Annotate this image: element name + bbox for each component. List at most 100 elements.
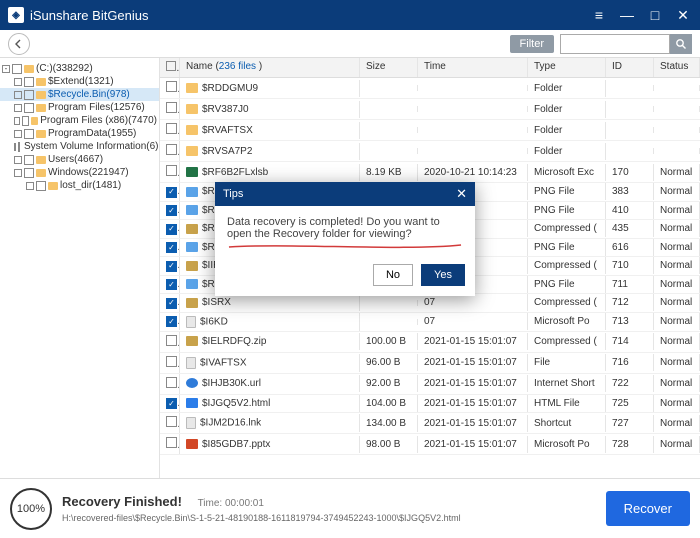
file-time: 2020-10-21 10:14:23: [418, 164, 528, 181]
tree-item[interactable]: Windows(221947): [0, 166, 159, 179]
expand-icon[interactable]: [26, 182, 34, 190]
expand-icon[interactable]: [14, 169, 22, 177]
col-type[interactable]: Type: [528, 58, 606, 77]
file-size: [360, 300, 418, 306]
file-time: 2021-01-15 15:01:07: [418, 415, 528, 432]
folder-tree[interactable]: -(C:)(338292)$Extend(1321)$Recycle.Bin(9…: [0, 58, 160, 478]
tree-checkbox[interactable]: [24, 103, 34, 113]
tree-checkbox[interactable]: [18, 142, 20, 152]
row-checkbox[interactable]: [166, 205, 177, 216]
tree-label: Users(4667): [48, 154, 103, 165]
file-icon: [186, 279, 198, 289]
file-type: Microsoft Exc: [528, 164, 606, 181]
table-row[interactable]: $I85GDB7.pptx98.00 B2021-01-15 15:01:07M…: [160, 434, 700, 455]
row-checkbox[interactable]: [166, 335, 177, 346]
dialog-no-button[interactable]: No: [373, 264, 413, 286]
row-checkbox[interactable]: [166, 398, 177, 409]
tree-item[interactable]: Program Files (x86)(7470): [0, 114, 159, 127]
dialog-close-icon[interactable]: ✕: [456, 186, 467, 202]
expand-icon[interactable]: [14, 143, 16, 151]
row-checkbox[interactable]: [166, 224, 177, 235]
tree-checkbox[interactable]: [24, 129, 34, 139]
dialog-yes-button[interactable]: Yes: [421, 264, 465, 286]
row-checkbox[interactable]: [166, 187, 177, 198]
expand-icon[interactable]: [14, 117, 20, 125]
col-name[interactable]: Name (236 files ): [180, 58, 360, 77]
file-status: Normal: [654, 276, 700, 293]
file-time: [418, 106, 528, 112]
table-row[interactable]: $IJGQ5V2.html104.00 B2021-01-15 15:01:07…: [160, 395, 700, 414]
col-size[interactable]: Size: [360, 58, 418, 77]
col-status[interactable]: Status: [654, 58, 700, 77]
col-id[interactable]: ID: [606, 58, 654, 77]
tree-checkbox[interactable]: [22, 116, 29, 126]
file-time: 2021-01-15 15:01:07: [418, 375, 528, 392]
row-checkbox[interactable]: [166, 144, 177, 155]
file-id: 728: [606, 436, 654, 453]
row-checkbox[interactable]: [166, 437, 177, 448]
file-icon: [186, 187, 198, 197]
row-checkbox[interactable]: [166, 316, 177, 327]
tree-item[interactable]: ProgramData(1955): [0, 127, 159, 140]
tree-item[interactable]: System Volume Information(6): [0, 140, 159, 153]
expand-icon[interactable]: [14, 156, 22, 164]
file-type: Folder: [528, 101, 606, 118]
tree-checkbox[interactable]: [24, 90, 34, 100]
file-name: $I85GDB7.pptx: [202, 439, 270, 450]
tree-checkbox[interactable]: [12, 64, 22, 74]
row-checkbox[interactable]: [166, 356, 177, 367]
expand-icon[interactable]: [14, 104, 22, 112]
menu-icon[interactable]: ≡: [590, 7, 608, 24]
expand-icon[interactable]: [14, 130, 22, 138]
back-button[interactable]: [8, 33, 30, 55]
table-row[interactable]: $RDDGMU9Folder: [160, 78, 700, 99]
tree-item[interactable]: Users(4667): [0, 153, 159, 166]
row-checkbox[interactable]: [166, 416, 177, 427]
file-id: [606, 85, 654, 91]
search-input[interactable]: [560, 34, 670, 54]
tree-item[interactable]: Program Files(12576): [0, 101, 159, 114]
col-time[interactable]: Time: [418, 58, 528, 77]
row-checkbox[interactable]: [166, 298, 177, 309]
tree-checkbox[interactable]: [24, 168, 34, 178]
table-row[interactable]: $RVAFTSXFolder: [160, 120, 700, 141]
minimize-icon[interactable]: —: [618, 7, 636, 24]
select-all-checkbox[interactable]: [166, 61, 176, 71]
tree-item[interactable]: -(C:)(338292): [0, 62, 159, 75]
row-checkbox[interactable]: [166, 102, 177, 113]
table-row[interactable]: $ISRX07Compressed (712Normal: [160, 294, 700, 313]
expand-icon[interactable]: [14, 78, 22, 86]
file-status: Normal: [654, 257, 700, 274]
table-row[interactable]: $I6KD07Microsoft Po713Normal: [160, 313, 700, 332]
search-button[interactable]: [670, 34, 692, 54]
tree-checkbox[interactable]: [36, 181, 46, 191]
file-id: 435: [606, 220, 654, 237]
row-checkbox[interactable]: [166, 81, 177, 92]
tree-item[interactable]: $Recycle.Bin(978): [0, 88, 159, 101]
table-row[interactable]: $RVSA7P2Folder: [160, 141, 700, 162]
row-checkbox[interactable]: [166, 242, 177, 253]
table-row[interactable]: $IHJB30K.url92.00 B2021-01-15 15:01:07In…: [160, 374, 700, 395]
close-icon[interactable]: ✕: [674, 7, 692, 24]
tree-item[interactable]: lost_dir(1481): [0, 179, 159, 192]
file-id: 383: [606, 183, 654, 200]
table-row[interactable]: $RV387J0 Folder: [160, 99, 700, 120]
row-checkbox[interactable]: [166, 165, 177, 176]
row-checkbox[interactable]: [166, 261, 177, 272]
recover-button[interactable]: Recover: [606, 491, 690, 526]
filter-button[interactable]: Filter: [510, 35, 554, 53]
table-row[interactable]: $IELRDFQ.zip100.00 B2021-01-15 15:01:07C…: [160, 332, 700, 353]
table-row[interactable]: $IVAFTSX96.00 B2021-01-15 15:01:07File71…: [160, 353, 700, 374]
file-name: $RV387J0: [202, 104, 249, 115]
row-checkbox[interactable]: [166, 123, 177, 134]
expand-icon[interactable]: [14, 91, 22, 99]
tree-item[interactable]: $Extend(1321): [0, 75, 159, 88]
tree-checkbox[interactable]: [24, 155, 34, 165]
row-checkbox[interactable]: [166, 279, 177, 290]
tree-checkbox[interactable]: [24, 77, 34, 87]
table-row[interactable]: $RF6B2FLxlsb8.19 KB2020-10-21 10:14:23Mi…: [160, 162, 700, 183]
row-checkbox[interactable]: [166, 377, 177, 388]
table-row[interactable]: $IJM2D16.lnk134.00 B2021-01-15 15:01:07S…: [160, 413, 700, 434]
maximize-icon[interactable]: □: [646, 7, 664, 24]
expand-icon[interactable]: -: [2, 65, 10, 73]
